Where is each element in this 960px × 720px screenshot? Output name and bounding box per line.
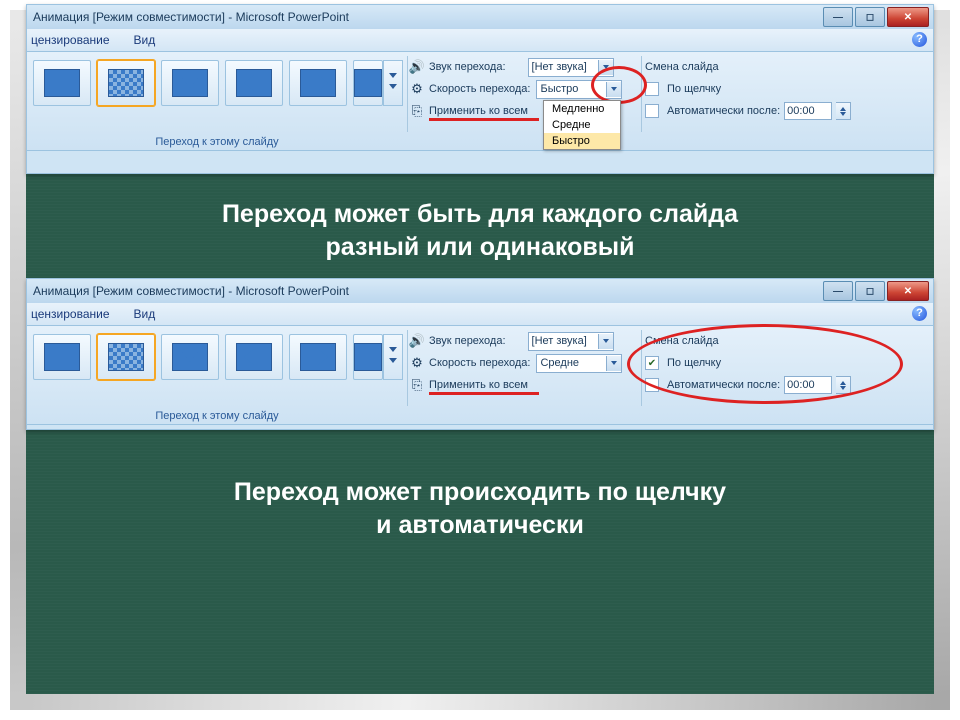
menu-view[interactable]: Вид (134, 33, 156, 47)
onclick-checkbox[interactable]: ✔ (645, 356, 659, 370)
auto-label: Автоматически после: (667, 105, 780, 117)
onclick-label: По щелчку (667, 83, 721, 95)
transition-thumb[interactable] (353, 60, 383, 106)
caption-1: Переход может быть для каждого слайда ра… (26, 198, 934, 263)
time-spinner[interactable] (836, 376, 851, 394)
caption-2: Переход может происходить по щелчку и ав… (26, 476, 934, 541)
speed-icon: ⚙ (409, 355, 425, 371)
transition-thumb[interactable] (289, 60, 347, 106)
maximize-button[interactable]: ◻ (855, 7, 885, 27)
onclick-label: По щелчку (667, 357, 721, 369)
group-label: Переход к этому слайду (27, 136, 407, 148)
speed-dropdown: Медленно Средне Быстро (543, 100, 621, 150)
sound-label: Звук перехода: (429, 61, 506, 73)
advance-heading: Смена слайда (645, 335, 719, 347)
sound-combo[interactable]: [Нет звука] (528, 58, 614, 77)
separator (407, 330, 408, 406)
titlebar: Анимация [Режим совместимости] - Microso… (27, 5, 933, 29)
close-button[interactable]: ✕ (887, 281, 929, 301)
auto-time-field[interactable]: 00:00 (784, 376, 832, 394)
menubar: цензирование Вид ? (27, 303, 933, 326)
transition-gallery (33, 334, 383, 380)
menu-view[interactable]: Вид (134, 307, 156, 321)
separator (641, 56, 642, 132)
advance-slide-group: Смена слайда По щелчку Автоматически пос… (645, 56, 851, 122)
transition-thumb[interactable] (33, 334, 91, 380)
minimize-button[interactable]: — (823, 7, 853, 27)
menu-review[interactable]: цензирование (31, 307, 110, 321)
sound-combo[interactable]: [Нет звука] (528, 332, 614, 351)
onclick-checkbox[interactable] (645, 82, 659, 96)
auto-checkbox[interactable] (645, 378, 659, 392)
transition-thumb[interactable] (97, 334, 155, 380)
sound-icon: 🔊 (409, 59, 425, 75)
auto-time-field[interactable]: 00:00 (784, 102, 832, 120)
annotation-underline (429, 118, 539, 121)
speed-combo[interactable]: Быстро (536, 80, 622, 99)
group-label: Переход к этому слайду (27, 410, 407, 422)
transition-thumb[interactable] (97, 60, 155, 106)
minimize-button[interactable]: — (823, 281, 853, 301)
dropdown-item[interactable]: Средне (544, 117, 620, 133)
apply-all-button[interactable]: Применить ко всем (429, 379, 528, 391)
advance-heading: Смена слайда (645, 61, 719, 73)
transition-thumb[interactable] (225, 334, 283, 380)
transition-thumb[interactable] (161, 60, 219, 106)
titlebar: Анимация [Режим совместимости] - Microso… (27, 279, 933, 303)
auto-checkbox[interactable] (645, 104, 659, 118)
transition-thumb[interactable] (353, 334, 383, 380)
time-spinner[interactable] (836, 102, 851, 120)
screenshot-1: Анимация [Режим совместимости] - Microso… (26, 4, 934, 174)
transition-thumb[interactable] (225, 60, 283, 106)
gallery-more-button[interactable] (383, 60, 403, 106)
dropdown-item[interactable]: Быстро (544, 133, 620, 149)
menu-review[interactable]: цензирование (31, 33, 110, 47)
help-icon[interactable]: ? (912, 306, 927, 321)
transition-thumb[interactable] (289, 334, 347, 380)
apply-all-icon: ⎘ (409, 103, 425, 119)
dropdown-item[interactable]: Медленно (544, 101, 620, 117)
auto-label: Автоматически после: (667, 379, 780, 391)
window-title: Анимация [Режим совместимости] - Microso… (33, 10, 349, 24)
menubar: цензирование Вид ? (27, 29, 933, 52)
sound-icon: 🔊 (409, 333, 425, 349)
annotation-underline (429, 392, 539, 395)
speed-icon: ⚙ (409, 81, 425, 97)
separator (407, 56, 408, 132)
screenshot-2: Анимация [Режим совместимости] - Microso… (26, 278, 934, 430)
maximize-button[interactable]: ◻ (855, 281, 885, 301)
separator (641, 330, 642, 406)
speed-label: Скорость перехода: (429, 357, 530, 369)
apply-all-icon: ⎘ (409, 377, 425, 393)
transition-options: 🔊 Звук перехода: [Нет звука] ⚙ Скорость … (409, 330, 622, 396)
gallery-more-button[interactable] (383, 334, 403, 380)
advance-slide-group: Смена слайда ✔ По щелчку Автоматически по… (645, 330, 851, 396)
ribbon: 🔊 Звук перехода: [Нет звука] ⚙ Скорость … (27, 52, 933, 151)
transition-thumb[interactable] (33, 60, 91, 106)
close-button[interactable]: ✕ (887, 7, 929, 27)
transition-thumb[interactable] (161, 334, 219, 380)
speed-label: Скорость перехода: (429, 83, 530, 95)
speed-combo[interactable]: Средне (536, 354, 622, 373)
apply-all-button[interactable]: Применить ко всем (429, 105, 528, 117)
sound-label: Звук перехода: (429, 335, 506, 347)
window-title: Анимация [Режим совместимости] - Microso… (33, 284, 349, 298)
transition-gallery (33, 60, 383, 106)
ribbon: 🔊 Звук перехода: [Нет звука] ⚙ Скорость … (27, 326, 933, 425)
help-icon[interactable]: ? (912, 32, 927, 47)
